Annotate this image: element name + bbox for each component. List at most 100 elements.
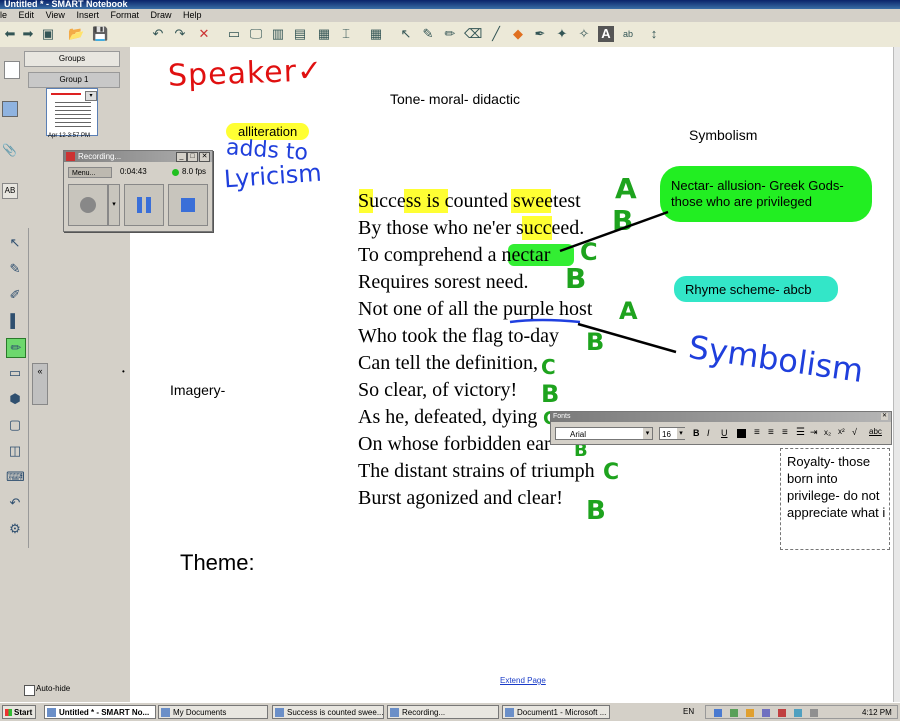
minimize-icon[interactable]: _ bbox=[176, 152, 187, 162]
pen-tool-icon[interactable]: ✎ bbox=[6, 260, 24, 278]
tray-smart-icon[interactable] bbox=[762, 709, 770, 717]
underline-button[interactable]: U bbox=[721, 428, 728, 438]
spotlight-tool-icon[interactable]: ◫ bbox=[6, 442, 24, 460]
royalty-textbox[interactable]: Royalty- those born into privilege- do n… bbox=[780, 448, 890, 550]
spellcheck-icon[interactable]: abc bbox=[869, 427, 882, 436]
gallery-tab-icon[interactable] bbox=[2, 101, 18, 117]
groups-button[interactable]: Groups bbox=[24, 51, 120, 67]
task-recording[interactable]: Recording... bbox=[387, 705, 499, 719]
green-pen-tool-icon[interactable]: ✏ bbox=[6, 338, 26, 358]
align-left-icon[interactable]: ≡ bbox=[754, 427, 760, 438]
bullets-icon[interactable]: ☰ bbox=[796, 427, 805, 438]
red-pen-tool-icon[interactable]: ✐ bbox=[6, 286, 24, 304]
font-dropdown-icon[interactable]: ▾ bbox=[643, 428, 652, 439]
properties-icon[interactable]: ✧ bbox=[576, 26, 592, 42]
task-my-documents[interactable]: My Documents bbox=[158, 705, 268, 719]
capture-tool-icon[interactable]: ▦ bbox=[316, 26, 332, 42]
subscript-icon[interactable]: x₂ bbox=[824, 428, 831, 437]
menu-file[interactable]: le bbox=[0, 10, 7, 20]
text-color-icon[interactable] bbox=[737, 429, 746, 438]
keyboard-tool-icon[interactable]: ⌨ bbox=[6, 468, 25, 486]
bold-button[interactable]: B bbox=[693, 428, 700, 438]
task-success-doc[interactable]: Success is counted swee... bbox=[272, 705, 384, 719]
page-thumbnail[interactable]: ▾ bbox=[46, 88, 98, 136]
settings-tool-icon[interactable]: ⚙ bbox=[6, 520, 24, 538]
tray-network-icon[interactable] bbox=[730, 709, 738, 717]
open-icon[interactable]: 📂 bbox=[68, 26, 84, 42]
record-options-dropdown[interactable]: ▾ bbox=[108, 184, 120, 226]
indent-icon[interactable]: ⇥ bbox=[810, 427, 818, 438]
undo-tool-icon[interactable]: ↶ bbox=[6, 494, 24, 512]
stop-button[interactable] bbox=[168, 184, 208, 226]
pause-button[interactable] bbox=[124, 184, 164, 226]
autohide-checkbox[interactable] bbox=[24, 685, 35, 696]
collapse-sidebar-handle[interactable]: « bbox=[32, 363, 48, 405]
shapes-icon[interactable]: ◆ bbox=[510, 26, 526, 42]
align-center-icon[interactable]: ≡ bbox=[768, 427, 774, 438]
math-symbols-icon[interactable]: √ bbox=[852, 427, 857, 437]
menu-view[interactable]: View bbox=[46, 10, 65, 20]
eraser-tool-icon[interactable]: ▭ bbox=[6, 364, 24, 382]
full-screen-icon[interactable]: 🖵 bbox=[248, 26, 264, 42]
task-word-document[interactable]: Document1 - Microsoft ... bbox=[502, 705, 610, 719]
dual-screen-icon[interactable]: ▥ bbox=[270, 26, 286, 42]
sidebar-splitter-icon[interactable]: • bbox=[122, 367, 125, 376]
menu-draw[interactable]: Draw bbox=[151, 10, 172, 20]
attachments-tab-icon[interactable]: 📎 bbox=[2, 143, 17, 157]
page-sorter-tab-icon[interactable] bbox=[4, 61, 20, 79]
select-tool-icon[interactable]: ↖ bbox=[6, 234, 24, 252]
delete-icon[interactable]: ✕ bbox=[196, 26, 212, 42]
creative-pen-icon[interactable]: ✏ bbox=[442, 26, 458, 42]
add-page-icon[interactable]: ▣ bbox=[40, 26, 56, 42]
tray-recorder-icon[interactable] bbox=[778, 709, 786, 717]
fill-icon[interactable]: ✦ bbox=[554, 26, 570, 42]
magic-pen-icon[interactable]: ✒ bbox=[532, 26, 548, 42]
tray-volume-icon[interactable] bbox=[794, 709, 802, 717]
menu-format[interactable]: Format bbox=[110, 10, 139, 20]
eraser-icon[interactable]: ⌫ bbox=[464, 26, 482, 42]
thumbnail-menu-icon[interactable]: ▾ bbox=[85, 91, 97, 101]
task-smart-notebook[interactable]: Untitled * - SMART No... bbox=[44, 705, 156, 719]
redo-icon[interactable]: ↷ bbox=[172, 26, 188, 42]
extend-page-link[interactable]: Extend Page bbox=[500, 676, 546, 685]
close-icon[interactable]: ✕ bbox=[199, 152, 210, 162]
menu-help[interactable]: Help bbox=[183, 10, 202, 20]
tray-misc-icon[interactable] bbox=[810, 709, 818, 717]
screen-capture-icon[interactable]: ▤ bbox=[292, 26, 308, 42]
screen-capture-tool-icon[interactable]: ▢ bbox=[6, 416, 24, 434]
recorder-menu-button[interactable]: Menu... bbox=[68, 167, 112, 178]
text-tool-icon[interactable]: A bbox=[598, 26, 614, 42]
italic-button[interactable]: I bbox=[707, 428, 710, 438]
save-icon[interactable]: 💾 bbox=[92, 26, 108, 42]
table-icon[interactable]: ▦ bbox=[368, 26, 384, 42]
back-icon[interactable]: ⬅ bbox=[2, 26, 18, 42]
tray-security-icon[interactable] bbox=[746, 709, 754, 717]
royalty-note[interactable]: Royalty- those born into privilege- do n… bbox=[787, 453, 887, 521]
group-label[interactable]: Group 1 bbox=[28, 72, 120, 88]
maximize-icon[interactable]: □ bbox=[187, 152, 198, 162]
font-family-select[interactable]: Arial bbox=[555, 427, 653, 440]
menu-insert[interactable]: Insert bbox=[76, 10, 99, 20]
move-toolbar-icon[interactable]: ↕ bbox=[646, 26, 662, 42]
start-button[interactable]: Start bbox=[2, 705, 36, 719]
document-camera-icon[interactable]: ⌶ bbox=[338, 26, 354, 42]
screen-shade-icon[interactable]: ▭ bbox=[226, 26, 242, 42]
superscript-icon[interactable]: x² bbox=[838, 427, 845, 436]
line-icon[interactable]: ╱ bbox=[488, 26, 504, 42]
menu-edit[interactable]: Edit bbox=[19, 10, 35, 20]
record-button[interactable] bbox=[68, 184, 108, 226]
undo-icon[interactable]: ↶ bbox=[150, 26, 166, 42]
vertical-scrollbar[interactable] bbox=[893, 47, 900, 702]
highlighter-tool-icon[interactable]: ▌ bbox=[6, 312, 24, 330]
size-dropdown-icon[interactable]: ▾ bbox=[677, 428, 685, 439]
language-indicator[interactable]: EN bbox=[683, 707, 694, 716]
tray-app-icon[interactable] bbox=[714, 709, 722, 717]
text-format-icon[interactable]: ab bbox=[620, 26, 636, 42]
align-right-icon[interactable]: ≡ bbox=[782, 427, 788, 438]
magic-pen-tool-icon[interactable]: ⬢ bbox=[6, 390, 24, 408]
forward-icon[interactable]: ➡ bbox=[20, 26, 36, 42]
pen-icon[interactable]: ✎ bbox=[420, 26, 436, 42]
fonts-close-icon[interactable]: ✕ bbox=[881, 413, 888, 420]
properties-tab-icon[interactable]: AB bbox=[2, 183, 18, 199]
select-icon[interactable]: ↖ bbox=[398, 26, 414, 42]
